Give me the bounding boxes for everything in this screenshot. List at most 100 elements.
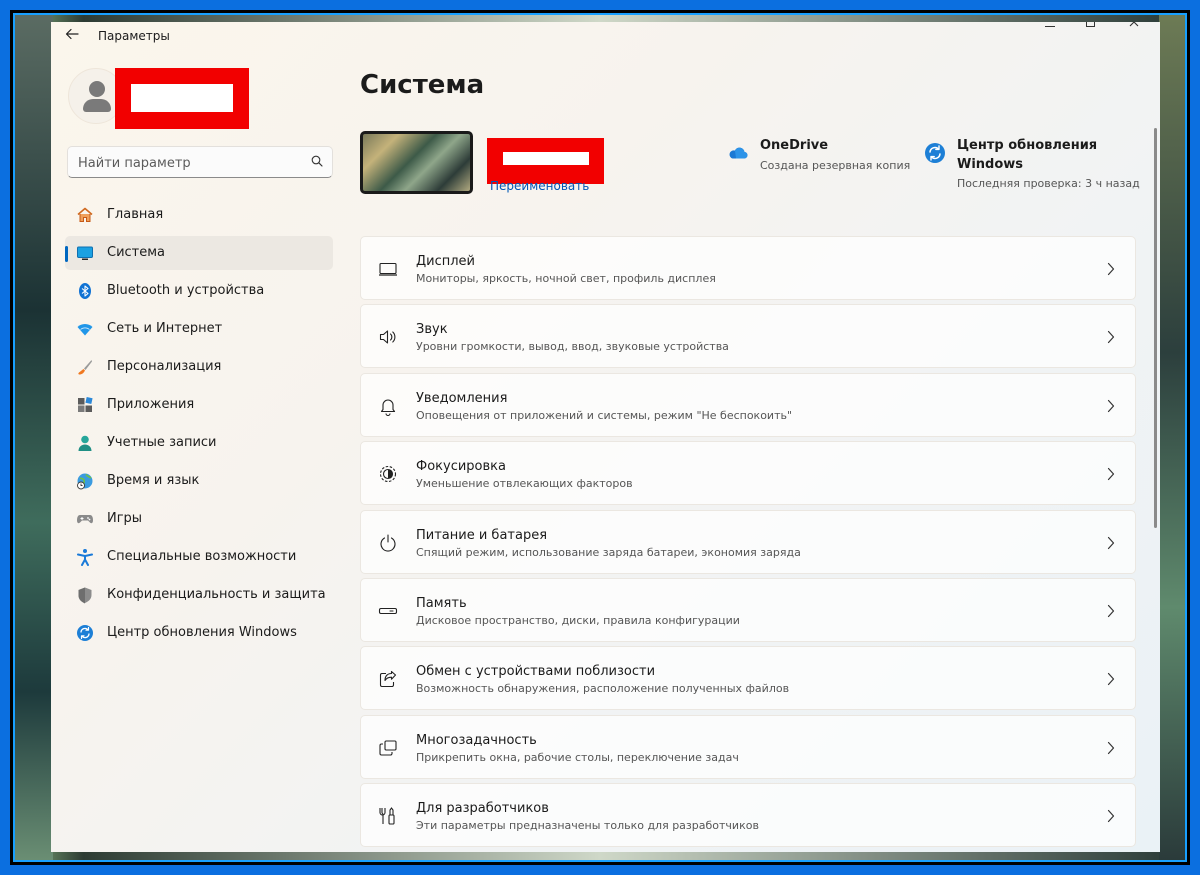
chevron-right-icon xyxy=(1107,262,1115,276)
sidebar-item-label: Сеть и Интернет xyxy=(107,321,223,336)
windows-update-status[interactable]: Центр обновления Windows Последняя прове… xyxy=(924,136,1154,196)
sidebar-item-time-language[interactable]: Время и язык xyxy=(65,464,333,498)
storage-icon xyxy=(378,607,398,615)
windows-update-subtitle: Последняя проверка: 3 ч назад xyxy=(957,177,1140,190)
back-arrow-icon[interactable] xyxy=(65,27,81,43)
setting-title: Многозадачность xyxy=(416,732,537,748)
close-button[interactable] xyxy=(1114,22,1154,36)
sidebar-item-label: Система xyxy=(107,245,166,260)
setting-subtitle: Дисковое пространство, диски, правила ко… xyxy=(416,613,740,627)
sidebar-item-personalization[interactable]: Персонализация xyxy=(65,350,333,384)
vertical-scrollbar[interactable] xyxy=(1154,128,1157,528)
sidebar-item-label: Специальные возможности xyxy=(107,549,297,564)
chevron-right-icon xyxy=(1107,673,1115,686)
setting-display[interactable]: Дисплей Мониторы, яркость, ночной свет, … xyxy=(360,236,1136,300)
sidebar-item-label: Главная xyxy=(107,207,164,222)
setting-nearby-sharing[interactable]: Обмен с устройствами поблизости Возможно… xyxy=(360,646,1136,711)
shield-icon xyxy=(78,587,92,604)
search-input[interactable] xyxy=(78,153,298,173)
setting-subtitle: Прикрепить окна, рабочие столы, переключ… xyxy=(416,750,739,764)
setting-developers[interactable]: Для разработчиков Эти параметры предназн… xyxy=(360,783,1136,848)
sidebar-item-label: Игры xyxy=(107,511,143,526)
power-icon xyxy=(380,534,396,552)
setting-subtitle: Мониторы, яркость, ночной свет, профиль … xyxy=(416,272,716,285)
setting-notifications[interactable]: Уведомления Оповещения от приложений и с… xyxy=(360,372,1136,437)
rename-link[interactable]: Переименовать xyxy=(490,179,589,193)
setting-multitasking[interactable]: Многозадачность Прикрепить окна, рабочие… xyxy=(360,714,1136,779)
gamepad-icon xyxy=(77,515,93,524)
maximize-icon xyxy=(1085,22,1095,27)
setting-subtitle: Оповещения от приложений и системы, режи… xyxy=(416,408,793,422)
sidebar-item-accessibility[interactable]: Специальные возможности xyxy=(65,540,333,574)
bluetooth-icon xyxy=(79,283,91,299)
system-icon xyxy=(77,246,93,260)
setting-title: Память xyxy=(416,595,467,611)
sidebar-item-accounts[interactable]: Учетные записи xyxy=(65,426,333,460)
minimize-button[interactable] xyxy=(1030,22,1070,36)
setting-subtitle: Уровни громкости, вывод, ввод, звуковые … xyxy=(416,340,729,354)
app-title: Параметры xyxy=(98,29,170,43)
home-icon xyxy=(77,207,93,222)
developer-tools-icon xyxy=(379,807,395,825)
sidebar-item-privacy[interactable]: Конфиденциальность и защита xyxy=(65,578,333,612)
search-icon[interactable] xyxy=(311,155,323,167)
speaker-icon xyxy=(379,330,396,344)
multitask-icon xyxy=(379,740,397,756)
chevron-right-icon xyxy=(1107,468,1115,481)
windows-update-title: Центр обновления Windows xyxy=(957,138,1098,172)
setting-storage[interactable]: Память Дисковое пространство, диски, пра… xyxy=(360,577,1136,642)
sidebar-item-apps[interactable]: Приложения xyxy=(65,388,333,422)
sidebar-item-gaming[interactable]: Игры xyxy=(65,502,333,536)
maximize-button[interactable] xyxy=(1070,22,1110,36)
search-box[interactable] xyxy=(67,146,333,178)
globe-clock-icon xyxy=(77,473,93,490)
chevron-right-icon xyxy=(1107,604,1115,618)
avatar-head xyxy=(89,81,105,97)
setting-sound[interactable]: Звук Уровни громкости, вывод, ввод, звук… xyxy=(360,304,1136,369)
redaction-fill xyxy=(131,84,233,112)
focus-icon xyxy=(379,466,397,483)
close-icon xyxy=(1129,22,1139,27)
setting-title: Звук xyxy=(416,322,448,338)
share-icon xyxy=(379,671,397,688)
sidebar-item-label: Bluetooth и устройства xyxy=(107,283,265,298)
sidebar-item-system[interactable]: Система xyxy=(65,236,333,270)
settings-window: Параметры Главная Система Bluetooth и ус… xyxy=(51,22,1160,852)
windows-update-icon xyxy=(925,143,945,163)
sidebar-item-bluetooth[interactable]: Bluetooth и устройства xyxy=(65,274,333,308)
title-bar: Параметры xyxy=(51,22,1160,52)
setting-title: Фокусировка xyxy=(416,459,506,475)
setting-subtitle: Спящий режим, использование заряда батар… xyxy=(416,545,801,559)
apps-icon xyxy=(78,396,93,412)
chevron-right-icon xyxy=(1107,536,1115,549)
sidebar-item-label: Время и язык xyxy=(107,473,200,488)
minimize-icon xyxy=(1045,26,1055,27)
setting-title: Питание и батарея xyxy=(416,527,548,543)
sidebar-item-network[interactable]: Сеть и Интернет xyxy=(65,312,333,346)
page-title: Система xyxy=(360,70,485,100)
setting-subtitle: Уменьшение отвлекающих факторов xyxy=(416,477,633,491)
redacted-device-name xyxy=(487,138,604,184)
wifi-icon xyxy=(77,324,93,336)
onedrive-title: OneDrive xyxy=(760,138,829,153)
bell-icon xyxy=(380,399,396,416)
account-icon xyxy=(78,435,92,451)
onedrive-status[interactable]: OneDrive Создана резервная копия xyxy=(727,136,927,186)
sidebar-item-windows-update[interactable]: Центр обновления Windows xyxy=(65,616,333,650)
setting-subtitle: Возможность обнаружения, расположение по… xyxy=(416,682,790,696)
display-icon xyxy=(379,262,397,276)
redaction-fill xyxy=(503,152,589,165)
sidebar-item-label: Учетные записи xyxy=(107,435,217,450)
accessibility-icon xyxy=(77,549,93,566)
settings-list: Дисплей Мониторы, яркость, ночной свет, … xyxy=(360,236,1136,852)
sidebar-item-label: Конфиденциальность и защита xyxy=(107,587,326,602)
sidebar-item-label: Центр обновления Windows xyxy=(107,625,297,640)
setting-title: Дисплей xyxy=(416,254,476,269)
sidebar-item-home[interactable]: Главная xyxy=(65,198,333,232)
sidebar-item-label: Приложения xyxy=(107,397,195,412)
update-icon xyxy=(77,625,93,641)
setting-subtitle: Эти параметры предназначены только для р… xyxy=(416,819,759,833)
device-wallpaper-thumbnail xyxy=(360,131,473,194)
setting-focus[interactable]: Фокусировка Уменьшение отвлекающих факто… xyxy=(360,441,1136,506)
setting-power-battery[interactable]: Питание и батарея Спящий режим, использо… xyxy=(360,509,1136,574)
